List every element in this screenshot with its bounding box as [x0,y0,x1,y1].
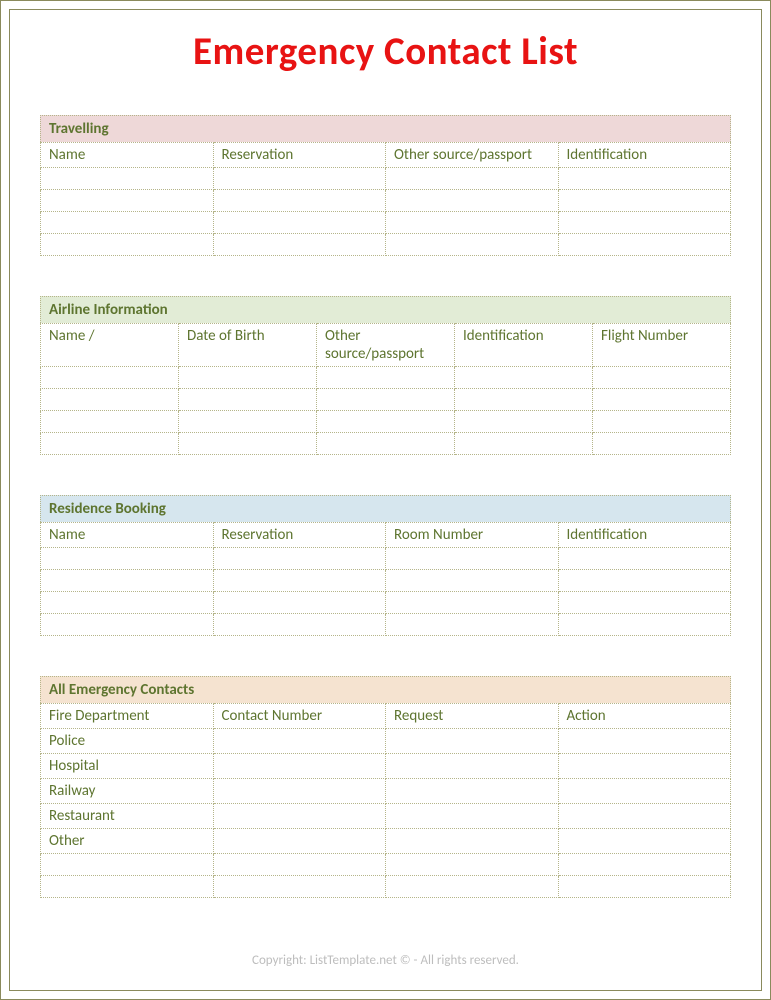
table-header-row: Name Reservation Room Number Identificat… [41,523,731,548]
col-request: Request [386,704,559,729]
section-residence: Residence Booking Name Reservation Room … [40,495,731,636]
table-row [41,570,731,592]
cell-label: Police [41,729,214,754]
table-airline: Name / Date of Birth Other source/passpo… [40,323,731,455]
inner-border: Emergency Contact List Travelling Name R… [9,9,762,991]
table-row [41,548,731,570]
table-row [41,433,731,455]
col-flight-number: Flight Number [593,324,731,367]
table-header-row: Fire Department Contact Number Request A… [41,704,731,729]
col-name: Name [41,523,214,548]
col-reservation: Reservation [213,143,386,168]
col-name: Name / [41,324,179,367]
table-residence: Name Reservation Room Number Identificat… [40,522,731,636]
copyright-text: Copyright: ListTemplate.net © - All righ… [10,953,761,968]
section-header-airline: Airline Information [40,296,731,323]
col-identification: Identification [455,324,593,367]
table-row [41,876,731,898]
table-row: Police [41,729,731,754]
table-emergency: Fire Department Contact Number Request A… [40,703,731,898]
table-row [41,212,731,234]
section-travelling: Travelling Name Reservation Other source… [40,115,731,256]
table-row: Other [41,829,731,854]
col-action: Action [558,704,731,729]
col-name: Name [41,143,214,168]
col-reservation: Reservation [213,523,386,548]
col-fire-department: Fire Department [41,704,214,729]
table-row: Hospital [41,754,731,779]
cell-label: Hospital [41,754,214,779]
table-row [41,168,731,190]
cell-label: Restaurant [41,804,214,829]
table-row: Restaurant [41,804,731,829]
col-contact-number: Contact Number [213,704,386,729]
table-row [41,389,731,411]
col-dob: Date of Birth [179,324,317,367]
col-room-number: Room Number [386,523,559,548]
table-row [41,234,731,256]
table-row [41,367,731,389]
table-row [41,614,731,636]
section-airline: Airline Information Name / Date of Birth… [40,296,731,455]
col-other-source: Other source/passport [386,143,559,168]
col-other-source: Other source/passport [317,324,455,367]
table-row [41,854,731,876]
page-title: Emergency Contact List [40,28,731,75]
section-header-residence: Residence Booking [40,495,731,522]
table-travelling: Name Reservation Other source/passport I… [40,142,731,256]
cell-label: Other [41,829,214,854]
section-header-emergency: All Emergency Contacts [40,676,731,703]
table-row [41,190,731,212]
outer-border: Emergency Contact List Travelling Name R… [0,0,771,1000]
col-identification: Identification [558,143,731,168]
table-header-row: Name / Date of Birth Other source/passpo… [41,324,731,367]
table-row [41,411,731,433]
cell-label: Railway [41,779,214,804]
section-header-travelling: Travelling [40,115,731,142]
section-emergency: All Emergency Contacts Fire Department C… [40,676,731,898]
table-row: Railway [41,779,731,804]
table-row [41,592,731,614]
col-identification: Identification [558,523,731,548]
table-header-row: Name Reservation Other source/passport I… [41,143,731,168]
